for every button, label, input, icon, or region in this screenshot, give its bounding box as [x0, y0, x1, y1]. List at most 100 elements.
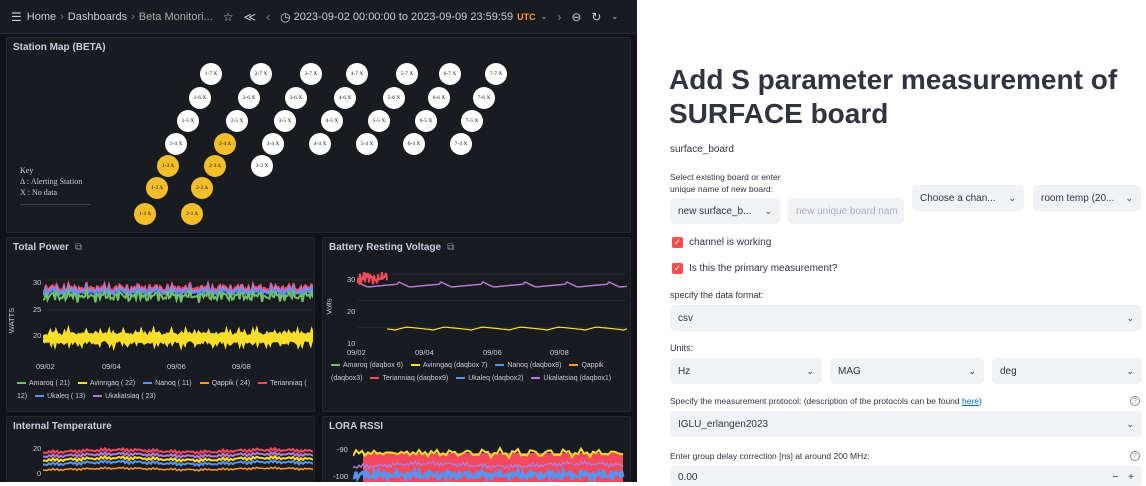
station-marker[interactable]: 7-7 X — [485, 63, 507, 85]
station-marker[interactable]: 1-3 Δ — [157, 155, 179, 177]
station-marker[interactable]: 4-6 X — [334, 87, 356, 109]
station-marker[interactable]: 4-4 X — [309, 133, 331, 155]
breadcrumb-dashboards[interactable]: Dashboards — [68, 11, 127, 23]
help-icon[interactable]: ? — [1130, 451, 1140, 461]
board-select[interactable]: new surface_b... ⌄ — [670, 198, 780, 224]
station-marker[interactable]: 2-5 X — [226, 110, 248, 132]
share-icon[interactable]: ≪ — [244, 10, 257, 24]
legend-item[interactable]: Amaroq (daqbox 6) — [331, 362, 403, 369]
primary-measurement-checkbox[interactable]: ✓ — [672, 263, 683, 274]
legend-item[interactable]: Qappik ( 24) — [199, 380, 250, 387]
legend-item[interactable]: Ukaliatsiaq ( 23) — [93, 393, 156, 400]
chevron-right-icon[interactable]: › — [557, 10, 561, 24]
breadcrumb-home[interactable]: Home — [27, 11, 56, 23]
channel-working-checkbox[interactable]: ✓ — [672, 237, 683, 248]
internal-temperature-plot[interactable] — [43, 439, 313, 482]
channel-select[interactable]: Choose a chan... ⌄ — [912, 185, 1024, 211]
station-marker[interactable]: 2-4 Δ — [214, 133, 236, 155]
station-marker[interactable]: 5-6 X — [383, 87, 405, 109]
station-marker[interactable]: 1-2 Δ — [146, 177, 168, 199]
station-marker[interactable]: 2-3 Δ — [204, 155, 226, 177]
lora-rssi-plot[interactable] — [353, 439, 628, 482]
star-icon[interactable]: ☆ — [223, 10, 234, 24]
y-tick: 30 — [33, 278, 42, 287]
station-marker[interactable]: 3-7 X — [300, 63, 322, 85]
unit-magnitude-select[interactable]: MAG ⌄ — [830, 358, 984, 384]
station-marker[interactable]: 7-6 X — [473, 87, 495, 109]
y-tick: 20 — [33, 331, 42, 340]
protocol-select[interactable]: IGLU_erlangen2023 ⌄ — [670, 411, 1142, 437]
top-navbar: ☰ Home › Dashboards › Beta Monitori... ☆… — [0, 0, 637, 34]
x-tick: 09/06 — [483, 348, 502, 357]
station-marker[interactable]: 4-7 X — [346, 63, 368, 85]
station-marker[interactable]: 6-6 X — [428, 87, 450, 109]
station-marker[interactable]: 2-7 X — [250, 63, 272, 85]
legend-item[interactable]: Avinngaq (daqbox 7) — [410, 362, 487, 369]
station-marker[interactable]: 3-4 X — [262, 133, 284, 155]
help-icon[interactable]: ? — [1130, 396, 1140, 406]
station-marker[interactable]: 1-6 X — [189, 87, 211, 109]
legend-item[interactable]: Ukaleq ( 13) — [35, 393, 85, 400]
station-marker[interactable]: 5-5 X — [368, 110, 390, 132]
legend-item[interactable]: Nanoq ( 11) — [143, 380, 192, 387]
station-marker[interactable]: 7-5 X — [461, 110, 483, 132]
chevron-down-icon: ⌄ — [1125, 192, 1133, 203]
external-link-icon[interactable]: ⧉ — [75, 242, 82, 253]
chevron-right-icon: › — [131, 10, 135, 23]
refresh-icon[interactable]: ↻ — [591, 10, 601, 24]
zoom-out-icon[interactable]: ⊖ — [571, 10, 581, 24]
unit-phase-select[interactable]: deg ⌄ — [992, 358, 1142, 384]
board-type-label: surface_board — [670, 144, 734, 155]
timezone-badge[interactable]: UTC — [517, 12, 536, 22]
legend-item[interactable]: Avinngaq ( 22) — [77, 380, 135, 387]
temperature-select[interactable]: room temp (20... ⌄ — [1033, 185, 1141, 211]
legend-item[interactable]: Ukaliatsiaq (daqbox1) — [531, 375, 611, 382]
station-marker[interactable]: 3-6 X — [285, 87, 307, 109]
select-board-label-2: unique name of new board: — [670, 184, 774, 194]
station-marker[interactable]: 2-6 X — [238, 87, 260, 109]
decrement-button[interactable]: − — [1112, 472, 1118, 483]
select-board-label: Select existing board or enter — [670, 172, 781, 182]
protocol-help-link[interactable]: here — [962, 396, 979, 406]
chevron-down-icon[interactable]: ⌄ — [541, 12, 548, 21]
station-marker[interactable]: 1-7 X — [200, 63, 222, 85]
y-tick: 20 — [33, 444, 42, 453]
station-marker[interactable]: 2-2 Δ — [191, 177, 213, 199]
station-marker[interactable]: 6-7 X — [439, 63, 461, 85]
station-marker[interactable]: 1-4 X — [165, 133, 187, 155]
external-link-icon[interactable]: ⧉ — [447, 242, 454, 253]
station-marker[interactable]: 1-1 Δ — [134, 203, 156, 225]
station-marker[interactable]: 7-4 X — [450, 133, 472, 155]
legend-item[interactable]: Ukaleq (daqbox2) — [456, 375, 523, 382]
total-power-plot[interactable] — [43, 274, 313, 364]
station-marker[interactable]: 4-5 X — [321, 110, 343, 132]
station-marker[interactable]: 6-4 X — [403, 133, 425, 155]
time-range-picker[interactable]: 2023-09-02 00:00:00 to 2023-09-09 23:59:… — [294, 11, 514, 23]
station-marker[interactable]: 6-5 X — [415, 110, 437, 132]
new-board-input[interactable]: new unique board nam — [788, 198, 904, 224]
station-marker[interactable]: 1-5 X — [177, 110, 199, 132]
chevron-right-icon: › — [60, 10, 64, 23]
x-tick: 09/04 — [415, 348, 434, 357]
more-icon[interactable]: ⋮ — [633, 10, 637, 24]
total-power-panel: Total Power ⧉ WATTS 30 25 20 09/02 09/04 … — [6, 237, 315, 412]
delay-input[interactable]: 0.00 − + — [670, 466, 1142, 486]
chevron-left-icon[interactable]: ‹ — [266, 10, 270, 24]
chevron-down-icon[interactable]: ⌄ — [611, 12, 618, 21]
legend-item[interactable]: Amaroq ( 21) — [17, 380, 70, 387]
clock-icon: ◷ — [280, 9, 291, 24]
increment-button[interactable]: + — [1128, 472, 1134, 483]
station-marker[interactable]: 5-4 X — [356, 133, 378, 155]
unit-frequency-select[interactable]: Hz ⌄ — [670, 358, 822, 384]
station-marker[interactable]: 2-1 Δ — [181, 203, 203, 225]
legend-item[interactable]: Nanoq (daqbox8) — [495, 362, 561, 369]
panel-title: Internal Temperature — [13, 421, 112, 432]
station-marker[interactable]: 3-3 X — [251, 155, 273, 177]
legend-item[interactable]: Terianniaq (daqbox9) — [370, 375, 448, 382]
battery-voltage-plot[interactable] — [357, 268, 627, 348]
y-tick: 30 — [347, 275, 356, 284]
station-marker[interactable]: 3-5 X — [274, 110, 296, 132]
station-marker[interactable]: 5-7 X — [396, 63, 418, 85]
format-select[interactable]: csv ⌄ — [670, 305, 1142, 331]
menu-icon[interactable]: ☰ — [11, 10, 22, 24]
